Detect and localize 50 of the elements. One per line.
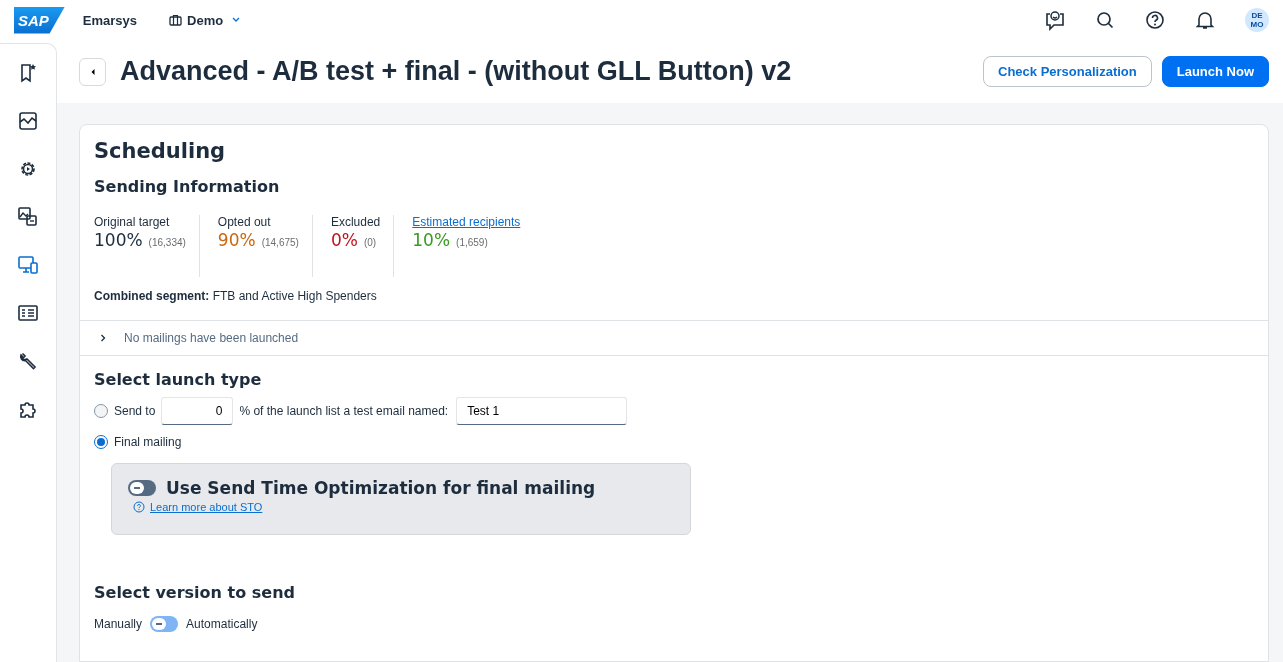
- stat-count: (16,334): [148, 237, 186, 248]
- option-label: Final mailing: [114, 435, 182, 449]
- stat-percent: 100%: [94, 230, 143, 250]
- section-title: Scheduling: [94, 139, 227, 163]
- launch-button[interactable]: Launch Now: [1161, 56, 1269, 87]
- product-name: Emarsys: [82, 12, 138, 28]
- stat-percent: 0%: [330, 230, 358, 250]
- stat-count: (1,659): [456, 237, 488, 248]
- page-title: Advanced - A/B test + final - (without GLL Button) v2: [120, 56, 793, 87]
- sidebar-chart-icon[interactable]: [17, 110, 39, 132]
- stat-count: (14,675): [261, 237, 299, 248]
- learn-more-link[interactable]: Learn more about STO: [150, 501, 263, 513]
- option-label: Send to: [114, 404, 156, 418]
- radio-button[interactable]: [94, 404, 108, 418]
- toggle-label: Use Send Time Optimization for final mailing: [166, 478, 596, 498]
- subsection-title: Select version to send: [94, 583, 296, 602]
- stat-label: Original target: [94, 215, 171, 229]
- bell-icon[interactable]: [1194, 9, 1216, 31]
- stat-percent: 90%: [217, 230, 256, 250]
- subsection-title: Select launch type: [94, 370, 263, 389]
- sidebar-devices-icon[interactable]: [17, 254, 39, 276]
- chevron-right-icon[interactable]: [98, 333, 108, 343]
- sidebar-card-icon[interactable]: [17, 302, 39, 324]
- stat-label: Excluded: [330, 215, 381, 229]
- stat-count: (0): [363, 237, 377, 248]
- account-name[interactable]: Demo: [187, 12, 224, 28]
- help-icon[interactable]: [1144, 9, 1166, 31]
- toggle-switch[interactable]: [150, 616, 179, 632]
- briefcase-icon: [169, 14, 183, 26]
- sidebar-images-icon[interactable]: [17, 206, 39, 228]
- stat-percent: 10%: [412, 230, 451, 250]
- percent-field[interactable]: 0: [161, 397, 234, 425]
- user-avatar[interactable]: DE MO: [1245, 8, 1269, 32]
- mailings-status: No mailings have been launched: [124, 331, 299, 345]
- toggle-switch[interactable]: [128, 480, 156, 496]
- stat-label: Opted out: [217, 215, 272, 229]
- name-field[interactable]: Test 1: [456, 397, 628, 425]
- logo[interactable]: SAP: [14, 6, 65, 34]
- sidebar-wrench-icon[interactable]: [17, 350, 39, 372]
- toggle-label: Automatically: [186, 617, 258, 631]
- chat-smiley-icon[interactable]: [1044, 9, 1066, 31]
- subsection-title: Sending Information: [94, 177, 281, 196]
- toggle-label: Manually: [94, 617, 143, 631]
- radio-button[interactable]: [94, 435, 108, 449]
- option-label: % of the launch list a test email named:: [239, 404, 449, 418]
- help-icon: [133, 501, 145, 513]
- check-button[interactable]: Check Personalization: [983, 56, 1152, 87]
- stat-link[interactable]: Estimated recipients: [412, 215, 521, 229]
- search-icon[interactable]: [1094, 9, 1116, 31]
- segment-text: Combined segment: FTB and Active High Spenders: [94, 289, 378, 303]
